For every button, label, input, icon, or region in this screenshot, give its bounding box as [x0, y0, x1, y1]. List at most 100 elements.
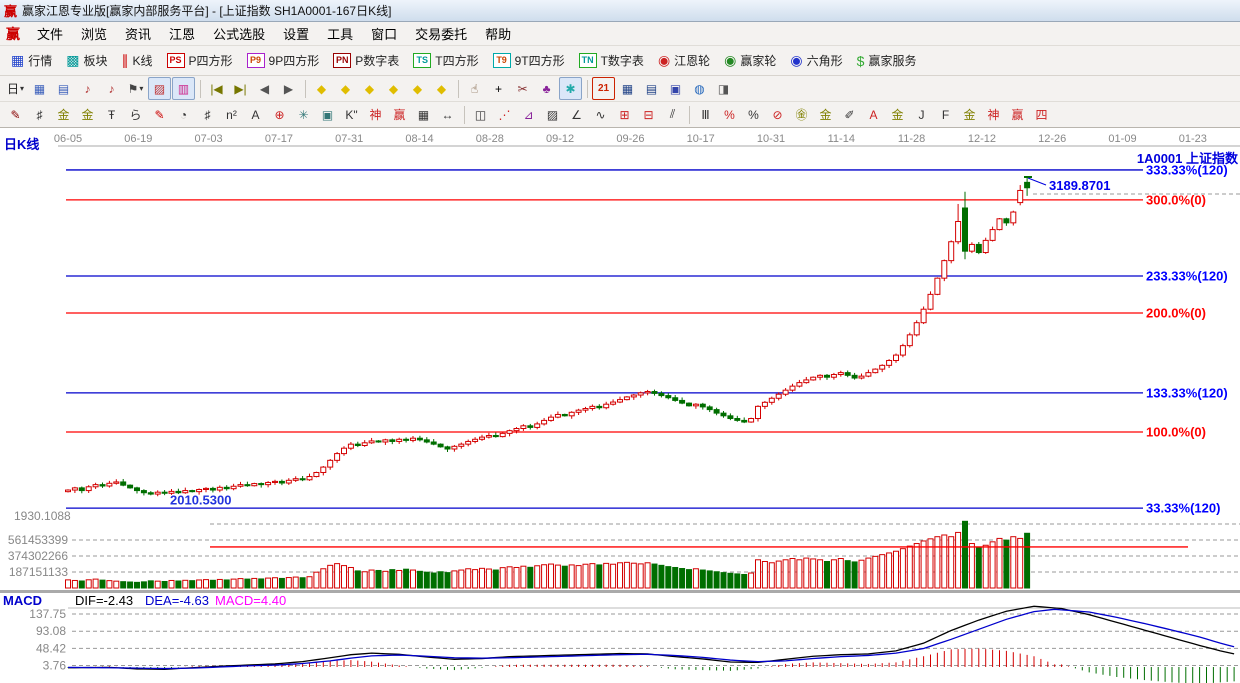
gold-angle-tool[interactable]: 金 — [886, 103, 909, 126]
price-grid-tool[interactable]: ♯ — [196, 103, 219, 126]
menu-item-9[interactable]: 帮助 — [476, 22, 520, 45]
gold-slope-tool[interactable]: 金 — [958, 103, 981, 126]
ai-analyze-button[interactable]: ✱ — [559, 77, 582, 100]
last-page-button[interactable]: ▶| — [229, 77, 252, 100]
boxed-star-tool[interactable]: ▣ — [316, 103, 339, 126]
zoom-in-button[interactable]: ◆ — [430, 77, 453, 100]
pen-tool[interactable]: ✎ — [4, 103, 27, 126]
net-tool-button[interactable]: ♣ — [535, 77, 558, 100]
spiral-tool[interactable]: ら — [124, 103, 147, 126]
menu-item-2[interactable]: 资讯 — [116, 22, 160, 45]
menu-item-4[interactable]: 公式选股 — [204, 22, 274, 45]
t-digit-table-button[interactable]: TNT数字表 — [572, 48, 651, 74]
crosshair-button[interactable]: + — [487, 77, 510, 100]
quotes-button[interactable]: ▦行情 — [4, 48, 59, 74]
compress-h-button[interactable]: ◆ — [382, 77, 405, 100]
hexagon-button[interactable]: ◉六角形 — [783, 48, 849, 74]
menu-item-8[interactable]: 交易委托 — [406, 22, 476, 45]
menu-item-3[interactable]: 江恩 — [160, 22, 204, 45]
p-square-button[interactable]: PSP四方形 — [160, 48, 240, 74]
shift-right-button[interactable]: ◆ — [334, 77, 357, 100]
percent-line-tool[interactable]: ⊘ — [766, 103, 789, 126]
save-button[interactable]: ▣ — [664, 77, 687, 100]
menu-item-7[interactable]: 窗口 — [362, 22, 406, 45]
grid-lines-tool[interactable]: ♯ — [28, 103, 51, 126]
p-digit-table-button[interactable]: PNP数字表 — [326, 48, 406, 74]
t9-square-button[interactable]: T99T四方形 — [486, 48, 572, 74]
time-cycle-tool[interactable]: ◔ — [172, 103, 195, 126]
menu-item-5[interactable]: 设置 — [274, 22, 318, 45]
winner-wheel-button[interactable]: ◉赢家轮 — [717, 48, 783, 74]
k-mark-tool[interactable]: K" — [340, 103, 363, 126]
chart-region[interactable]: 日K线 1A0001 上证指数 06-0506-1907-0307-1707-3… — [0, 128, 1240, 683]
parallel-tool[interactable]: ⫽ — [661, 103, 684, 126]
prev-page-button[interactable]: ◀ — [253, 77, 276, 100]
period-daily-button[interactable]: 日▾ — [4, 77, 27, 100]
fan-lines-tool[interactable]: ⋰ — [493, 103, 516, 126]
p9-square-button[interactable]: P99P四方形 — [240, 48, 327, 74]
shade-box-tool[interactable]: ▨ — [541, 103, 564, 126]
kline-chart-canvas[interactable]: 06-0506-1907-0307-1707-3108-1408-2809-12… — [0, 128, 1240, 683]
j-angle-tool[interactable]: J — [910, 103, 933, 126]
print-button[interactable]: ◨ — [712, 77, 735, 100]
shift-left-button[interactable]: ◆ — [310, 77, 333, 100]
time-span-tool[interactable]: ↔ — [436, 103, 459, 126]
grid-dark-tool[interactable]: ⊟ — [637, 103, 660, 126]
menu-item-1[interactable]: 浏览 — [72, 22, 116, 45]
candlestick-series[interactable] — [66, 177, 1030, 496]
gold-circle-tool[interactable]: ㊎ — [790, 103, 813, 126]
brush-tool[interactable]: ✐ — [838, 103, 861, 126]
menu-item-6[interactable]: 工具 — [318, 22, 362, 45]
calendar-button[interactable]: 21 — [592, 77, 615, 100]
fan-box-tool[interactable]: ⊿ — [517, 103, 540, 126]
notes-button[interactable]: ▤ — [640, 77, 663, 100]
pattern-overlay-button[interactable]: ▨ — [148, 77, 171, 100]
web-button[interactable]: ◍ — [688, 77, 711, 100]
shen-tool[interactable]: 神 — [364, 103, 387, 126]
win-angle-tool[interactable]: 赢 — [1006, 103, 1029, 126]
gold-line-tool[interactable]: 金 — [814, 103, 837, 126]
text-tool[interactable]: A — [244, 103, 267, 126]
ma3-button[interactable]: ♪ — [76, 77, 99, 100]
shen-angle-tool[interactable]: 神 — [982, 103, 1005, 126]
cut-button[interactable]: ✂ — [511, 77, 534, 100]
gold-section-tool[interactable]: 金 — [76, 103, 99, 126]
zoom-out-button[interactable]: ◆ — [406, 77, 429, 100]
t-square-button[interactable]: TST四方形 — [406, 48, 485, 74]
angle-lines-tool[interactable]: ∠ — [565, 103, 588, 126]
volume-profile-button[interactable]: ▥ — [172, 77, 195, 100]
grid123-tool[interactable]: ▦ — [412, 103, 435, 126]
four-angle-tool[interactable]: 四 — [1030, 103, 1053, 126]
star-ray-tool[interactable]: ✳ — [292, 103, 315, 126]
kline-button[interactable]: ∥K线 — [115, 48, 160, 74]
chart-style-button[interactable]: ▦ — [28, 77, 51, 100]
first-page-button[interactable]: |◀ — [205, 77, 228, 100]
f-lines-tool[interactable]: Ŧ — [100, 103, 123, 126]
volume-series[interactable] — [66, 521, 1030, 588]
ma9-button[interactable]: ♪ — [100, 77, 123, 100]
expand-h-button[interactable]: ◆ — [358, 77, 381, 100]
a-angle-tool[interactable]: A — [862, 103, 885, 126]
scale-list-tool[interactable]: Ⅲ — [694, 103, 717, 126]
sectors-button[interactable]: ▩板块 — [59, 48, 114, 74]
flag-marker-button[interactable]: ⚑▾ — [124, 77, 147, 100]
gann-wheel-button[interactable]: ◉江恩轮 — [651, 48, 717, 74]
grid-red-tool[interactable]: ⊞ — [613, 103, 636, 126]
zigzag-tool[interactable]: ∿ — [589, 103, 612, 126]
n-square-tool[interactable]: n² — [220, 103, 243, 126]
gann-circle-tool[interactable]: ⊕ — [268, 103, 291, 126]
volume-bar — [259, 579, 264, 588]
percent-tool[interactable]: % — [742, 103, 765, 126]
win-tool[interactable]: 赢 — [388, 103, 411, 126]
winner-service-button[interactable]: $赢家服务 — [850, 48, 924, 74]
percent-red-tool[interactable]: % — [718, 103, 741, 126]
menu-item-0[interactable]: 文件 — [28, 22, 72, 45]
next-page-button[interactable]: ▶ — [277, 77, 300, 100]
pan-hand-button[interactable]: ☝ — [463, 77, 486, 100]
gold-ratio-tool[interactable]: 金 — [52, 103, 75, 126]
info-panel-button[interactable]: ▤ — [52, 77, 75, 100]
box-frame-tool[interactable]: ◫ — [469, 103, 492, 126]
f-angle-tool[interactable]: F — [934, 103, 957, 126]
marker-pen-tool[interactable]: ✎ — [148, 103, 171, 126]
calculator-button[interactable]: ▦ — [616, 77, 639, 100]
